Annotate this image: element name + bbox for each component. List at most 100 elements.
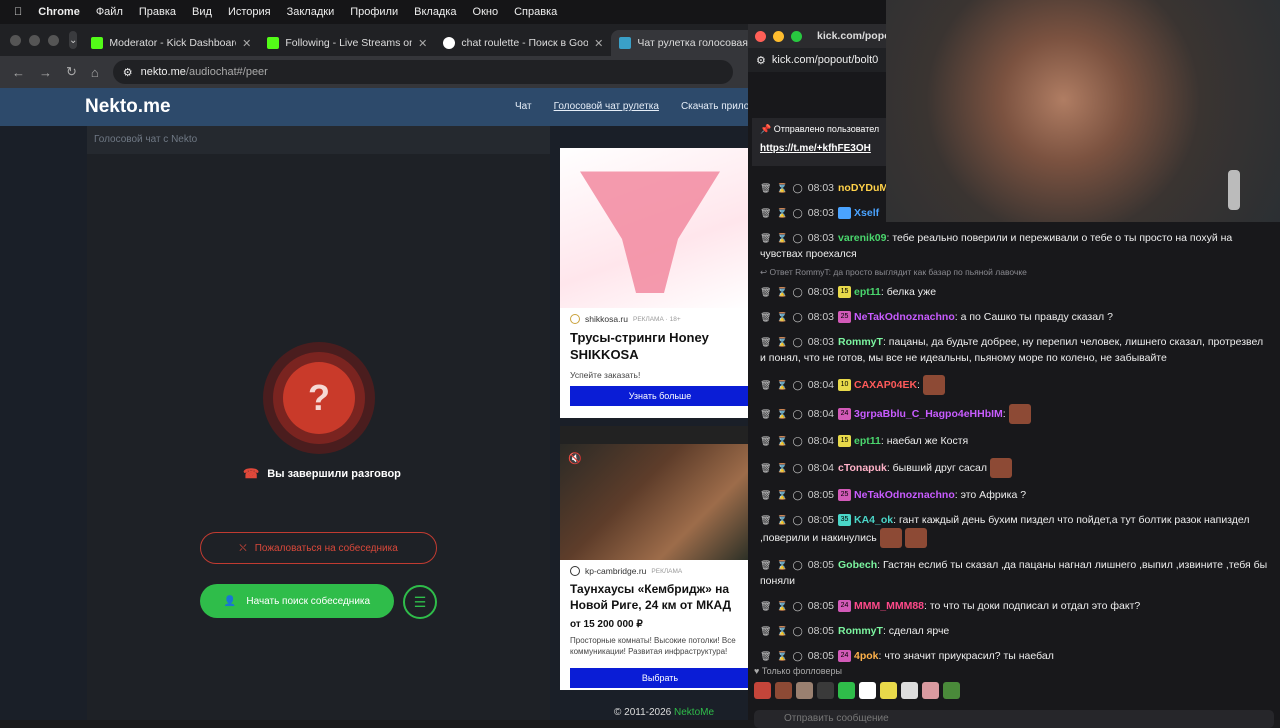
emote-icon[interactable] [943, 682, 960, 699]
trash-icon[interactable]: 🗑 [760, 406, 771, 422]
close-tab-icon[interactable]: ✕ [418, 37, 427, 50]
timeout-icon[interactable]: ⌛ [776, 648, 787, 664]
timeout-icon[interactable]: ⌛ [776, 598, 787, 614]
ad-choose-button[interactable]: Выбрать [570, 667, 750, 688]
timeout-icon[interactable]: ⌛ [776, 309, 787, 325]
menu-file[interactable]: Файл [96, 6, 123, 18]
reload-icon[interactable]: ↻ [66, 64, 77, 80]
timeout-icon[interactable]: ⌛ [776, 230, 787, 246]
ad-learn-more-button[interactable]: Узнать больше [570, 385, 750, 406]
close-window-button[interactable] [10, 34, 21, 46]
trash-icon[interactable]: 🗑 [760, 230, 771, 246]
trash-icon[interactable]: 🗑 [760, 487, 771, 503]
ad-banner-cambridge[interactable]: 🔇 kp-cambridge.ru РЕКЛАМА Таунхаусы «Кем… [560, 426, 750, 690]
menu-bookmarks[interactable]: Закладки [287, 6, 335, 18]
copyright-link[interactable]: NektoMe [674, 707, 714, 718]
ad-banner-shikkosa[interactable]: shikkosa.ru РЕКЛАМА · 18+ Трусы-стринги … [560, 148, 750, 418]
trash-icon[interactable]: 🗑 [760, 334, 771, 350]
timeout-icon[interactable]: ⌛ [776, 512, 787, 528]
trash-icon[interactable]: 🗑 [760, 180, 771, 196]
pinned-message[interactable]: 📌 Отправлено пользовател https://t.me/+k… [752, 118, 892, 166]
start-search-button[interactable]: 👤 Начать поиск собеседника [200, 584, 394, 618]
trash-icon[interactable]: 🗑 [760, 433, 771, 449]
tab-search-icon[interactable]: ⌄ [69, 31, 78, 49]
message-user[interactable]: RommyT [838, 336, 883, 348]
emote-icon[interactable] [859, 682, 876, 699]
menu-window[interactable]: Окно [473, 6, 499, 18]
emote-icon[interactable] [796, 682, 813, 699]
tab-kick-dashboard[interactable]: Moderator - Kick Dashboard ✕ [83, 30, 259, 56]
trash-icon[interactable]: 🗑 [760, 557, 771, 573]
message-user[interactable]: varenik09 [838, 232, 886, 244]
nekto-logo[interactable]: Nekto.me [85, 96, 171, 118]
minimize-window-button[interactable] [29, 34, 40, 46]
ban-icon[interactable]: ◯ [793, 433, 803, 449]
timeout-icon[interactable]: ⌛ [776, 487, 787, 503]
timeout-icon[interactable]: ⌛ [776, 377, 787, 393]
message-user[interactable]: cTonapuk [838, 462, 887, 474]
apple-icon[interactable]:  [14, 6, 22, 18]
ban-icon[interactable]: ◯ [793, 334, 803, 350]
ban-icon[interactable]: ◯ [793, 205, 803, 221]
timeout-icon[interactable]: ⌛ [776, 180, 787, 196]
emote-icon[interactable] [775, 682, 792, 699]
timeout-icon[interactable]: ⌛ [776, 623, 787, 639]
message-user[interactable]: noDYDuM [838, 182, 888, 194]
menu-view[interactable]: Вид [192, 6, 212, 18]
trash-icon[interactable]: 🗑 [760, 377, 771, 393]
site-settings-icon[interactable]: ⚙ [123, 66, 133, 79]
minimize-window-button[interactable] [773, 30, 784, 42]
menu-app[interactable]: Chrome [38, 6, 80, 18]
timeout-icon[interactable]: ⌛ [776, 433, 787, 449]
message-user[interactable]: NeTakOdnoznachno [854, 489, 955, 501]
close-window-button[interactable] [755, 30, 766, 42]
menu-help[interactable]: Справка [514, 6, 557, 18]
message-user[interactable]: ept11 [854, 435, 881, 447]
trash-icon[interactable]: 🗑 [760, 309, 771, 325]
filter-settings-button[interactable]: ☰ [403, 585, 437, 619]
zoom-window-button[interactable] [791, 30, 802, 42]
trash-icon[interactable]: 🗑 [760, 284, 771, 300]
emote-icon[interactable] [901, 682, 918, 699]
trash-icon[interactable]: 🗑 [760, 512, 771, 528]
trash-icon[interactable]: 🗑 [760, 205, 771, 221]
message-user[interactable]: ept11 [854, 286, 881, 298]
emote-icon[interactable] [880, 682, 897, 699]
message-user[interactable]: Xself [854, 207, 879, 219]
timeout-icon[interactable]: ⌛ [776, 205, 787, 221]
ban-icon[interactable]: ◯ [793, 180, 803, 196]
tab-kick-following[interactable]: Following - Live Streams on K ✕ [259, 30, 435, 56]
ban-icon[interactable]: ◯ [793, 377, 803, 393]
timeout-icon[interactable]: ⌛ [776, 557, 787, 573]
message-user[interactable]: MMM_MMM88 [854, 600, 924, 612]
ban-icon[interactable]: ◯ [793, 230, 803, 246]
message-user[interactable]: KA4_ok [854, 514, 893, 526]
tab-google-search[interactable]: chat roulette - Поиск в Goog ✕ [435, 30, 611, 56]
site-settings-icon[interactable]: ⚙ [756, 54, 766, 67]
emote-icon[interactable] [922, 682, 939, 699]
trash-icon[interactable]: 🗑 [760, 623, 771, 639]
ban-icon[interactable]: ◯ [793, 284, 803, 300]
nav-download-app[interactable]: Скачать прилож [681, 101, 756, 112]
trash-icon[interactable]: 🗑 [760, 460, 771, 476]
message-user[interactable]: 4pok [854, 650, 879, 662]
nav-chat[interactable]: Чат [515, 101, 532, 112]
ban-icon[interactable]: ◯ [793, 557, 803, 573]
emote-icon[interactable] [838, 682, 855, 699]
timeout-icon[interactable]: ⌛ [776, 406, 787, 422]
trash-icon[interactable]: 🗑 [760, 648, 771, 664]
report-button[interactable]: ⛌ Пожаловаться на собеседника [200, 532, 437, 564]
emote-icon[interactable] [817, 682, 834, 699]
timeout-icon[interactable]: ⌛ [776, 284, 787, 300]
address-bar[interactable]: ⚙ nekto.me/audiochat#/peer [112, 60, 733, 84]
menu-tab[interactable]: Вкладка [414, 6, 456, 18]
menu-profiles[interactable]: Профили [350, 6, 398, 18]
tab-nekto-active[interactable]: Чат рулетка голосовая [611, 30, 756, 56]
forward-icon[interactable]: → [39, 65, 52, 80]
message-user[interactable]: Gobech [838, 559, 877, 571]
close-tab-icon[interactable]: ✕ [594, 37, 603, 50]
timeout-icon[interactable]: ⌛ [776, 460, 787, 476]
nav-voice-roulette[interactable]: Голосовой чат рулетка [554, 101, 659, 112]
timeout-icon[interactable]: ⌛ [776, 334, 787, 350]
message-user[interactable]: RommyT [838, 625, 883, 637]
